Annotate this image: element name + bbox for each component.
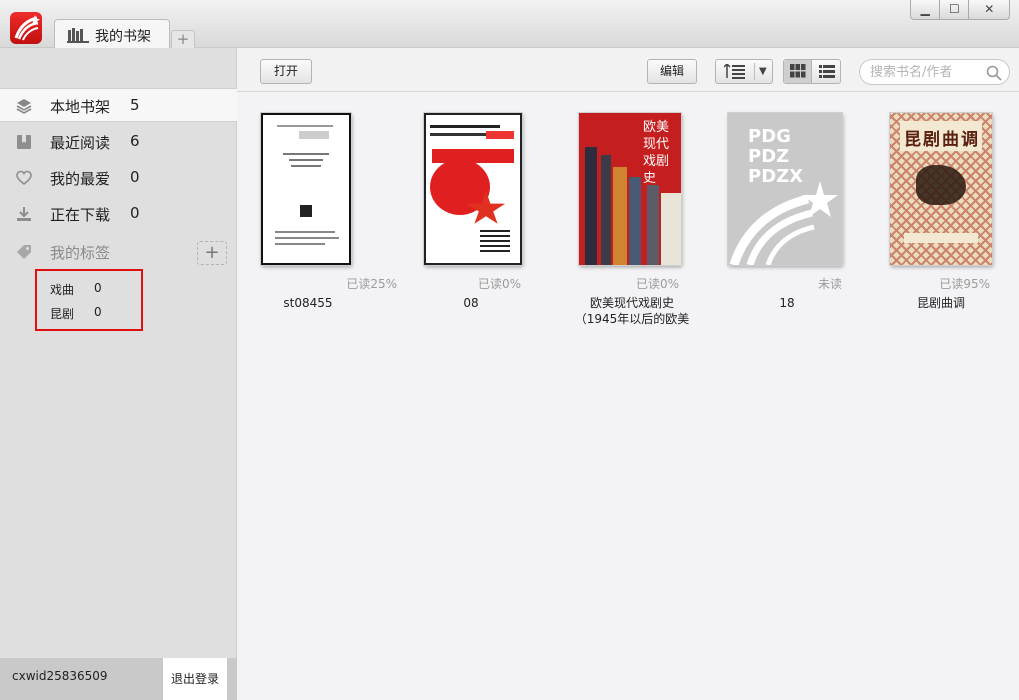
title-bar: 我的书架 + ▁ ☐ ✕ [0,0,1019,49]
book-title: st08455 [283,296,333,310]
toolbar: 打开 编辑 ▼ [237,48,1019,92]
sidebar-item-favorites[interactable]: 我的最爱 0 [0,161,237,195]
tag-label: 戏曲 [50,283,75,297]
bookshelf-grid: 已读25% st08455 已读0% 08 欧美现代戏剧史 已读0% 欧美现代戏… [237,93,1019,700]
cover-title: 昆剧曲调 [904,130,980,150]
book-title: 欧美现代戏剧史 （1945年以后的欧美 [574,296,690,326]
bookshelf-icon [67,27,89,47]
sidebar-item-local-shelf[interactable]: 本地书架 5 [0,88,237,122]
tag-count: 0 [94,281,102,295]
sidebar-item-label: 最近阅读 [50,134,111,152]
sidebar-item-label: 我的最爱 [50,170,111,188]
tag-item-xiqu[interactable]: 戏曲 0 [50,281,102,298]
book-title: 18 [779,296,795,310]
sidebar-item-count: 0 [130,168,140,186]
sidebar-item-label: 本地书架 [50,98,111,116]
logout-button[interactable]: 退出登录 [163,658,227,700]
minimize-button[interactable]: ▁ [910,0,941,20]
list-view-button[interactable] [813,60,841,83]
sidebar-item-count: 5 [130,96,140,114]
search-box [859,59,1010,85]
sidebar-item-count: 6 [130,132,140,150]
view-mode-toggle [783,59,841,84]
book-progress: 已读0% [635,277,679,291]
book-cover[interactable]: 欧美现代戏剧史 [579,113,681,265]
sidebar-item-label: 正在下载 [50,206,111,224]
sidebar-item-count: 0 [130,204,140,222]
sidebar: 本地书架 5 最近阅读 6 我的最爱 0 正在下载 0 我的标签 + 戏曲 0 … [0,48,237,700]
user-bar: cxwid25836509 退出登录 [0,658,237,700]
tags-header-label: 我的标签 [50,244,111,262]
tag-count: 0 [94,305,102,319]
book-cover[interactable]: 昆剧曲调 [890,113,992,265]
close-button[interactable]: ✕ [969,0,1010,20]
book-title: 昆剧曲调 [916,296,965,310]
grid-view-button[interactable] [784,60,812,83]
search-icon[interactable] [986,65,1002,85]
book-progress: 已读25% [346,277,397,291]
shooting-star-icon [729,181,838,265]
book-cover[interactable] [424,113,522,265]
maximize-button[interactable]: ☐ [940,0,970,20]
book-progress: 未读 [817,277,842,291]
tag-item-kunju[interactable]: 昆剧 0 [50,305,102,322]
chevron-down-icon: ▼ [759,66,767,77]
layers-icon [16,98,32,114]
grid-icon [790,64,806,78]
cover-title: 欧美现代戏剧史 [643,120,670,186]
tag-icon [16,244,32,260]
sort-dropdown[interactable]: ▼ [715,59,773,84]
tab-my-bookshelf[interactable]: 我的书架 [54,19,170,49]
sort-list-icon [723,62,746,87]
download-icon [16,206,32,222]
book-cover[interactable]: PDG PDZ PDZX [728,113,842,265]
book-progress: 已读95% [939,277,990,291]
heart-icon [16,170,32,186]
tag-label: 昆剧 [50,307,75,321]
open-button[interactable]: 打开 [260,59,312,84]
sort-divider [754,63,755,80]
sidebar-item-downloading[interactable]: 正在下载 0 [0,197,237,231]
sidebar-item-recent[interactable]: 最近阅读 6 [0,125,237,159]
window-controls: ▁ ☐ ✕ [910,0,1010,20]
bookmark-book-icon [16,134,32,150]
tab-label: 我的书架 [95,29,151,45]
book-title: 08 [463,296,479,310]
edit-button[interactable]: 编辑 [647,59,697,84]
add-tab-button[interactable]: + [171,30,195,48]
add-tag-button[interactable]: + [197,241,227,265]
username-label: cxwid25836509 [12,669,108,683]
search-input[interactable] [870,63,980,81]
list-icon [819,65,835,78]
book-cover[interactable] [261,113,351,265]
book-progress: 已读0% [477,277,521,291]
app-logo-icon [10,12,42,44]
